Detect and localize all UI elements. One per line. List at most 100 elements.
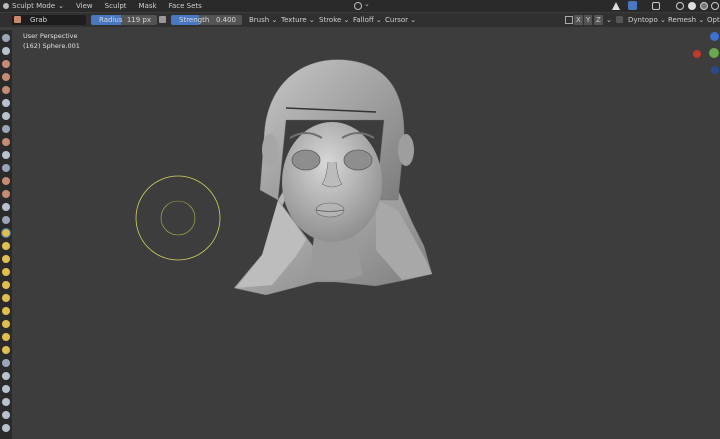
wireframe-shading-icon[interactable]	[676, 2, 684, 10]
clay-strips-icon[interactable]	[2, 73, 10, 81]
elastic-icon[interactable]	[2, 242, 10, 250]
symmetry-icon	[565, 16, 573, 24]
multires-icon[interactable]	[2, 203, 10, 211]
layer-icon[interactable]	[2, 99, 10, 107]
flatten-icon[interactable]	[2, 164, 10, 172]
options-menu[interactable]: Opti	[704, 15, 720, 25]
solid-shading-icon[interactable]	[688, 2, 696, 10]
object-info: (162) Sphere.001	[23, 42, 80, 50]
mode-label: Sculpt Mode	[12, 2, 56, 10]
draw-face-sets-icon[interactable]	[2, 385, 10, 393]
box-mask-icon[interactable]	[2, 398, 10, 406]
blob-icon[interactable]	[2, 125, 10, 133]
thumb-icon[interactable]	[2, 268, 10, 276]
pressure-pen-icon[interactable]	[159, 16, 166, 23]
pivot-icon[interactable]	[354, 2, 362, 10]
stroke-menu[interactable]: Stroke ⌄	[316, 15, 352, 25]
cursor-menu[interactable]: Cursor ⌄	[382, 15, 419, 25]
radius-label: Radius	[99, 16, 123, 24]
cloth-icon[interactable]	[2, 346, 10, 354]
mesh-neck	[310, 235, 362, 281]
brush-cursor	[135, 175, 221, 261]
mesh-eye-right	[343, 149, 373, 171]
sculpt-mode-icon	[3, 3, 9, 9]
cursor-menu-label: Cursor	[385, 16, 409, 24]
rendered-shading-icon[interactable]	[711, 2, 719, 10]
crease-icon[interactable]	[2, 138, 10, 146]
brush-menu-label: Brush	[249, 16, 270, 24]
overlay-toggle-icon[interactable]	[628, 1, 637, 10]
menu-face-sets[interactable]: Face Sets	[163, 0, 208, 12]
stroke-menu-label: Stroke	[319, 16, 342, 24]
symmetry-y-toggle[interactable]: Y	[584, 15, 593, 25]
remesh-menu[interactable]: Remesh ⌄	[665, 15, 707, 25]
menu-view[interactable]: View	[70, 0, 99, 12]
menu-mask[interactable]: Mask	[133, 0, 163, 12]
grab-brush-icon	[14, 16, 21, 23]
smooth-icon[interactable]	[2, 151, 10, 159]
chevron-down-icon[interactable]: ⌄	[364, 0, 370, 8]
falloff-menu[interactable]: Falloff ⌄	[350, 15, 385, 25]
draw-sharp-icon[interactable]	[2, 47, 10, 55]
radius-field[interactable]: Radius 119 px	[91, 15, 157, 25]
grab-icon[interactable]	[1, 228, 11, 238]
material-shading-icon[interactable]	[700, 2, 708, 10]
chevron-down-icon: ⌄	[343, 16, 350, 24]
strength-value: 0.400	[215, 16, 236, 24]
sculpt-mesh[interactable]	[226, 50, 438, 300]
draw-icon[interactable]	[2, 34, 10, 42]
clay-thumb-icon[interactable]	[2, 86, 10, 94]
rotate-icon[interactable]	[2, 307, 10, 315]
gizmo-x-axis-icon[interactable]	[693, 50, 701, 58]
lasso-mask-icon[interactable]	[2, 411, 10, 419]
xray-toggle-icon[interactable]	[652, 2, 660, 10]
dyntopo-menu[interactable]: Dyntopo ⌄	[625, 15, 669, 25]
mesh-ear-left	[262, 134, 278, 166]
gizmo-neg-z-icon[interactable]	[711, 66, 719, 74]
strength-field[interactable]: Strength 0.400	[171, 15, 242, 25]
gizmo-y-axis-icon[interactable]	[709, 48, 719, 58]
pose-icon[interactable]	[2, 281, 10, 289]
chevron-down-icon: ⌄	[308, 16, 315, 24]
brush-selector[interactable]: Grab	[12, 15, 86, 25]
menu-sculpt[interactable]: Sculpt	[99, 0, 133, 12]
chevron-down-icon: ⌄	[58, 2, 65, 10]
chevron-down-icon: ⌄	[375, 16, 382, 24]
texture-menu[interactable]: Texture ⌄	[278, 15, 318, 25]
slide-relax-icon[interactable]	[2, 320, 10, 328]
falloff-menu-label: Falloff	[353, 16, 374, 24]
scrape-icon[interactable]	[2, 190, 10, 198]
pinch-icon[interactable]	[2, 216, 10, 224]
radius-value: 119 px	[126, 16, 151, 24]
left-toolbar	[0, 30, 12, 439]
nudge-icon[interactable]	[2, 294, 10, 302]
mask-icon[interactable]	[2, 372, 10, 380]
symmetry-x-toggle[interactable]: X	[574, 15, 583, 25]
header-bar: Sculpt Mode ⌄ View Sculpt Mask Face Sets…	[0, 0, 720, 12]
dyntopo-label: Dyntopo	[628, 16, 658, 24]
snake-hook-icon[interactable]	[2, 255, 10, 263]
brush-radius-circle	[135, 175, 221, 261]
viewport-gizmo-toggle-icon[interactable]	[612, 2, 620, 10]
brush-inner-circle	[160, 200, 196, 236]
viewport-info: User Perspective (162) Sphere.001	[23, 31, 80, 51]
gizmo-z-axis-icon[interactable]	[710, 32, 719, 41]
view-name: User Perspective	[23, 32, 78, 40]
chevron-down-icon[interactable]: ⌄	[603, 15, 615, 25]
clay-icon[interactable]	[2, 60, 10, 68]
brush-menu[interactable]: Brush ⌄	[246, 15, 280, 25]
tool-settings-bar: Grab Radius 119 px Strength 0.400 Brush …	[0, 13, 720, 27]
dyntopo-checkbox[interactable]	[616, 16, 623, 23]
mesh-eye-left	[291, 149, 321, 171]
chevron-down-icon: ⌄	[271, 16, 278, 24]
fill-icon[interactable]	[2, 177, 10, 185]
simplify-icon[interactable]	[2, 359, 10, 367]
boundary-icon[interactable]	[2, 333, 10, 341]
symmetry-z-toggle[interactable]: Z	[594, 15, 603, 25]
remesh-label: Remesh	[668, 16, 697, 24]
inflate-icon[interactable]	[2, 112, 10, 120]
brush-name: Grab	[30, 16, 48, 24]
strength-label: Strength	[179, 16, 210, 24]
mode-selector[interactable]: Sculpt Mode ⌄	[0, 0, 70, 12]
annotate-icon[interactable]	[2, 424, 10, 432]
